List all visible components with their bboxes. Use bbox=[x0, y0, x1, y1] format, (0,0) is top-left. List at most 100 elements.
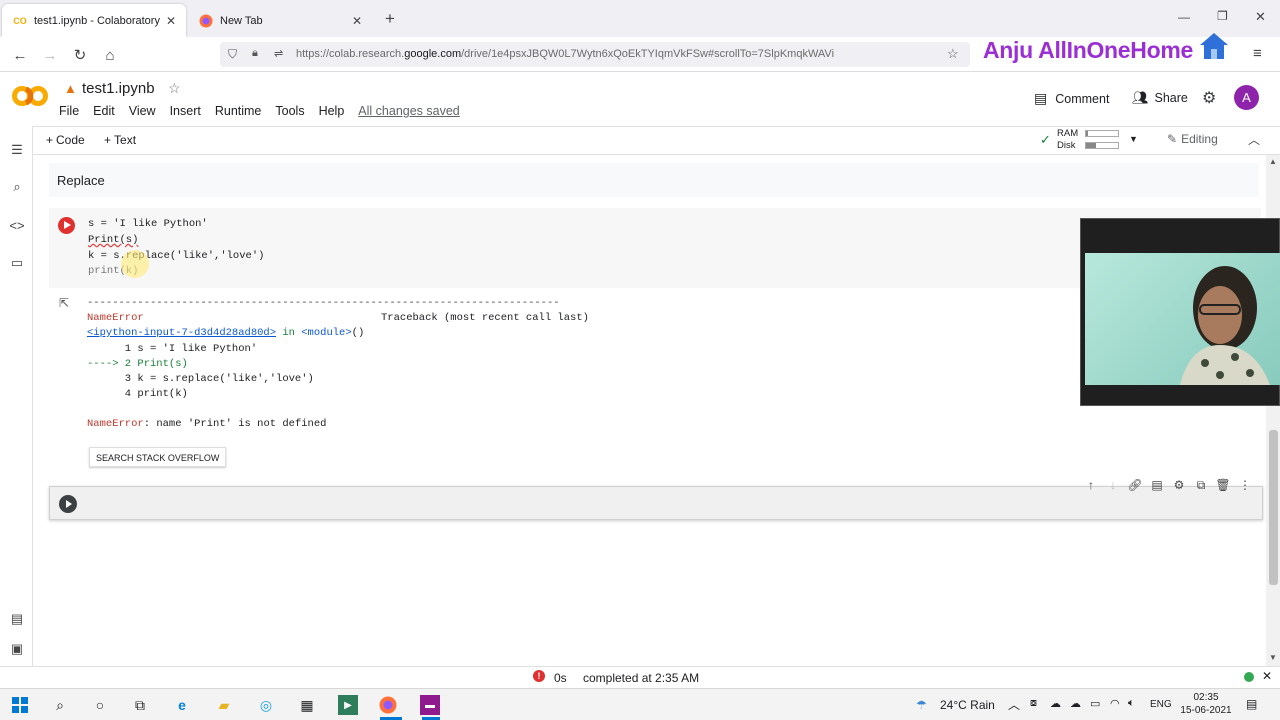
text-cell[interactable]: Replace bbox=[49, 163, 1259, 197]
menu-bar: File Edit View Insert Runtime Tools Help… bbox=[59, 104, 474, 118]
plus-icon: + bbox=[104, 133, 112, 147]
table-of-contents-icon[interactable]: ☰ bbox=[8, 141, 26, 159]
menu-insert[interactable]: Insert bbox=[170, 104, 201, 118]
home-icon[interactable]: ⌂ bbox=[100, 45, 120, 65]
recorder-app-icon[interactable]: ▬ bbox=[420, 695, 440, 715]
scroll-up-icon[interactable]: ▲ bbox=[1269, 157, 1277, 166]
files-icon[interactable]: ▭ bbox=[8, 254, 26, 272]
input-link[interactable]: <ipython-input-7-d3d4d28ad80d> bbox=[87, 327, 276, 339]
delete-cell-icon[interactable]: 🗑︎ bbox=[1212, 476, 1234, 494]
terminal-icon[interactable]: ▣ bbox=[8, 640, 26, 658]
traceback-line: 3 k = s.replace('like','love') bbox=[87, 373, 314, 385]
comment-button[interactable]: ▤ Comment bbox=[1034, 90, 1109, 107]
menu-runtime[interactable]: Runtime bbox=[215, 104, 262, 118]
notifications-icon[interactable]: ▤ bbox=[1246, 697, 1257, 711]
file-explorer-icon[interactable]: ▰ bbox=[214, 695, 234, 715]
webcam-overlay bbox=[1080, 218, 1280, 406]
bookmark-star-icon[interactable]: ☆ bbox=[947, 46, 959, 62]
back-icon[interactable]: ← bbox=[10, 45, 30, 65]
code-snippets-icon[interactable]: <> bbox=[8, 216, 26, 234]
weather-text[interactable]: 24°C Rain bbox=[940, 698, 995, 712]
resource-labels[interactable]: RAM Disk bbox=[1057, 128, 1078, 152]
search-stack-overflow-button[interactable]: SEARCH STACK OVERFLOW bbox=[89, 447, 227, 467]
pencil-icon: ✎ bbox=[1167, 132, 1178, 146]
command-palette-icon[interactable]: ▤ bbox=[8, 610, 26, 628]
language-indicator[interactable]: ENG bbox=[1150, 699, 1172, 710]
media-app-icon[interactable]: ▶ bbox=[338, 695, 358, 715]
output-actions-icon[interactable]: ⇱ bbox=[59, 296, 69, 310]
scroll-thumb[interactable] bbox=[1269, 430, 1278, 585]
windows-start-icon[interactable] bbox=[10, 695, 30, 715]
calendar-app-icon[interactable]: ▦ bbox=[297, 695, 317, 715]
more-options-icon[interactable]: ⋮ bbox=[1234, 476, 1256, 494]
code-line: s = 'I like Python' bbox=[88, 218, 208, 230]
cell-settings-icon[interactable]: ⚙ bbox=[1168, 476, 1190, 494]
url-bar[interactable]: ⛉ 🔒︎ ⇌ https://colab.research.google.com… bbox=[220, 42, 970, 67]
tab-new-tab-title: New Tab bbox=[220, 14, 263, 27]
share-button[interactable]: 👥︎ Share bbox=[1132, 90, 1188, 106]
menu-tools[interactable]: Tools bbox=[275, 104, 304, 118]
new-tab-button[interactable]: + bbox=[385, 9, 395, 29]
show-hidden-icons-icon[interactable]: ︿ bbox=[1008, 696, 1020, 713]
traceback-line: 1 s = 'I like Python' bbox=[87, 343, 258, 355]
notebook-title[interactable]: test1.ipynb bbox=[82, 80, 155, 97]
onedrive-icon[interactable]: ☁ bbox=[1070, 697, 1081, 710]
runtime-connected-icon bbox=[1244, 672, 1254, 682]
gear-icon[interactable]: ⚙ bbox=[1202, 88, 1216, 108]
collapse-header-icon[interactable]: ︿ bbox=[1248, 131, 1260, 148]
move-down-icon[interactable]: ↓ bbox=[1102, 476, 1124, 494]
permissions-icon: ⇌ bbox=[274, 48, 284, 60]
edge-icon[interactable]: e bbox=[172, 695, 192, 715]
firefox-taskbar-icon[interactable] bbox=[378, 695, 398, 715]
minimize-icon[interactable]: — bbox=[1178, 10, 1190, 24]
house-icon bbox=[1200, 33, 1229, 59]
save-status[interactable]: All changes saved bbox=[358, 104, 459, 118]
browser-menu-icon[interactable]: ≡ bbox=[1253, 45, 1262, 62]
link-icon[interactable]: 🔗︎ bbox=[1124, 476, 1146, 494]
comment-cell-icon[interactable]: ▤ bbox=[1146, 476, 1168, 494]
cell-toolbar: ↑ ↓ 🔗︎ ▤ ⚙ ⧉ 🗑︎ ⋮ bbox=[1080, 476, 1256, 494]
restore-icon[interactable]: ❐ bbox=[1217, 9, 1228, 23]
editing-mode-button[interactable]: ✎ Editing bbox=[1167, 132, 1218, 146]
search-icon[interactable]: ⌕ bbox=[8, 178, 26, 196]
add-code-button[interactable]: + Code bbox=[46, 133, 85, 147]
tab-colab[interactable]: CO test1.ipynb - Colaboratory ✕ bbox=[2, 4, 186, 37]
cortana-icon[interactable]: ○ bbox=[90, 695, 110, 715]
volume-icon[interactable]: 🔈︎ bbox=[1128, 697, 1135, 710]
weather-icon: ☂ bbox=[916, 698, 927, 712]
traceback-line: ----> 2 Print(s) bbox=[87, 358, 188, 370]
forward-icon[interactable]: → bbox=[40, 45, 60, 65]
run-cell-button[interactable] bbox=[58, 217, 75, 234]
task-view-icon[interactable]: ⧉ bbox=[130, 695, 150, 715]
tab-new-tab[interactable]: New Tab ✕ bbox=[188, 4, 372, 37]
add-text-button[interactable]: + Text bbox=[104, 133, 136, 147]
mirror-cell-icon[interactable]: ⧉ bbox=[1190, 476, 1212, 494]
camera-tray-icon[interactable]: ⧇ bbox=[1030, 697, 1037, 710]
reload-icon[interactable]: ↻ bbox=[70, 45, 90, 65]
close-tab-icon[interactable]: ✕ bbox=[352, 14, 362, 28]
clock[interactable]: 02:35 15-06-2021 bbox=[1180, 691, 1232, 717]
menu-view[interactable]: View bbox=[129, 104, 156, 118]
drive-icon: ▲ bbox=[64, 81, 77, 96]
resources-dropdown-icon[interactable]: ▼ bbox=[1129, 134, 1138, 144]
close-status-icon[interactable]: ✕ bbox=[1262, 669, 1272, 683]
move-up-icon[interactable]: ↑ bbox=[1080, 476, 1102, 494]
cloud-tray-icon[interactable]: ☁ bbox=[1050, 697, 1061, 710]
close-tab-icon[interactable]: ✕ bbox=[166, 14, 176, 28]
chrome-icon[interactable]: ◎ bbox=[256, 695, 276, 715]
traceback-label: Traceback (most recent call last) bbox=[381, 312, 589, 324]
colab-header: ▲ test1.ipynb ☆ File Edit View Insert Ru… bbox=[0, 72, 1280, 126]
scroll-down-icon[interactable]: ▼ bbox=[1269, 653, 1277, 662]
firefox-icon bbox=[198, 13, 214, 29]
menu-edit[interactable]: Edit bbox=[93, 104, 115, 118]
wifi-icon[interactable]: ◠ bbox=[1110, 697, 1120, 710]
search-icon[interactable]: ⌕ bbox=[50, 695, 70, 715]
menu-file[interactable]: File bbox=[59, 104, 79, 118]
run-cell-button[interactable] bbox=[59, 495, 77, 513]
battery-icon[interactable]: ▭ bbox=[1090, 697, 1100, 710]
avatar[interactable]: A bbox=[1234, 85, 1259, 110]
star-icon[interactable]: ☆ bbox=[168, 80, 181, 97]
colab-logo-icon[interactable] bbox=[12, 85, 48, 107]
menu-help[interactable]: Help bbox=[319, 104, 345, 118]
close-window-icon[interactable]: ✕ bbox=[1255, 9, 1266, 25]
